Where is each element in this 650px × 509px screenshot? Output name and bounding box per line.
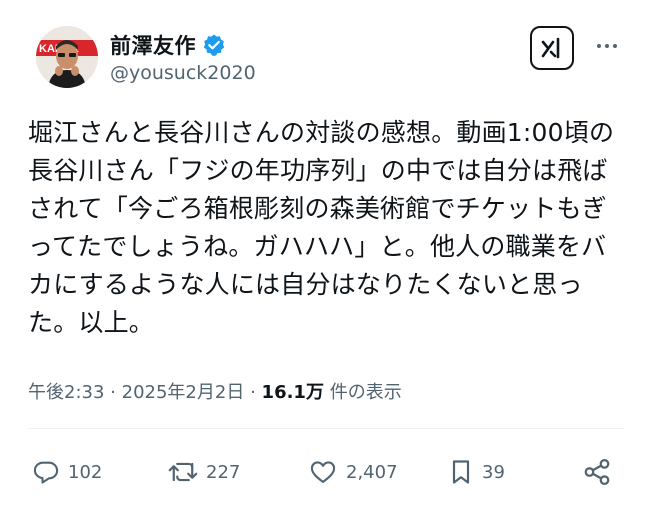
verified-badge-icon[interactable]	[202, 33, 226, 57]
tweet-text-line: た。以上。	[28, 308, 155, 337]
reply-button[interactable]: 102	[32, 452, 102, 492]
views-count[interactable]: 16.1万	[262, 382, 324, 403]
reply-count: 102	[68, 461, 103, 483]
meta-separator: ·	[110, 382, 116, 403]
author-display-name[interactable]: 前澤友作	[110, 30, 196, 60]
tweet-text-line: 堀江さんと長谷川さんの対談の感想。動画1:00頃の	[28, 118, 615, 147]
tweet-date[interactable]: 2025年2月2日	[122, 382, 245, 403]
more-icon-dot	[605, 44, 609, 48]
tweet-time[interactable]: 午後2:33	[28, 382, 104, 403]
like-count: 2,407	[346, 461, 398, 483]
like-button[interactable]: 2,407	[308, 452, 398, 492]
avatar[interactable]: KABU&	[36, 26, 98, 88]
author-name-row[interactable]: 前澤友作	[110, 30, 226, 60]
tweet-text-line: 長谷川さん「フジの年功序列」の中では自分は飛ば	[28, 156, 608, 185]
bookmark-icon	[452, 460, 470, 484]
repost-icon	[168, 462, 198, 482]
divider	[28, 428, 624, 429]
grok-icon	[541, 37, 560, 59]
reply-icon	[33, 461, 59, 484]
tweet-text-line: カにするような人には自分はなりたくないと思っ	[28, 270, 583, 299]
heart-icon	[310, 461, 336, 483]
views-label: 件の表示	[329, 382, 402, 403]
grok-button[interactable]	[530, 26, 574, 70]
author-handle[interactable]: @yousuck2020	[110, 62, 256, 84]
avatar-image: KABU&	[36, 26, 98, 88]
tweet-text-line: されて「今ごろ箱根彫刻の森美術館でチケットもぎ	[28, 194, 607, 223]
share-button[interactable]	[582, 452, 612, 492]
share-icon	[584, 459, 610, 485]
meta-separator: ·	[250, 382, 256, 403]
tweet-text-line: ってたでしょうね。ガハハハ」と。他人の職業をバ	[28, 232, 607, 261]
more-icon-dot	[597, 44, 601, 48]
action-bar: 102 227 2,407 39	[32, 452, 622, 492]
more-options-button[interactable]	[592, 36, 622, 56]
more-icon-dot	[613, 44, 617, 48]
tweet-text: 堀江さんと長谷川さんの対談の感想。動画1:00頃の 長谷川さん「フジの年功序列」…	[28, 114, 628, 342]
bookmark-count: 39	[482, 461, 505, 483]
repost-count: 227	[206, 461, 241, 483]
tweet-meta: 午後2:33 · 2025年2月2日 · 16.1万 件の表示	[28, 378, 402, 404]
repost-button[interactable]: 227	[168, 452, 240, 492]
bookmark-button[interactable]: 39	[448, 452, 505, 492]
